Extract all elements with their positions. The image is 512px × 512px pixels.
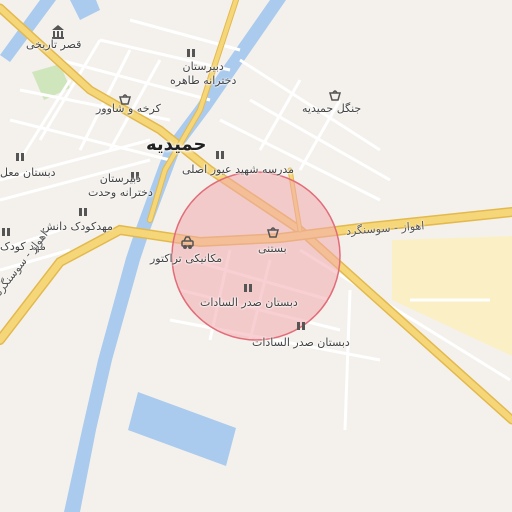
jungle-hamidiyeh-label[interactable]: جنگل حمیدیه bbox=[302, 102, 361, 115]
school-icon bbox=[216, 151, 224, 159]
kindergarten-danesh-label[interactable]: مهدکودک دانش bbox=[42, 220, 113, 233]
shop-icon bbox=[329, 90, 341, 101]
map-canvas bbox=[0, 0, 512, 512]
school-icon bbox=[2, 228, 10, 236]
river-bend bbox=[70, 0, 100, 20]
school-sadr-2-label[interactable]: دبستان صدر السادات bbox=[252, 336, 350, 349]
map-view[interactable]: قصر تاریخی دبیرستان دخترانه طاهره کرخه و… bbox=[0, 0, 512, 512]
school-icon bbox=[187, 49, 195, 57]
school-left-partial-label[interactable]: دبستان معل bbox=[0, 166, 56, 179]
tractor-mechanic-label[interactable]: مکانیکی تراکتور bbox=[150, 252, 222, 265]
school-shahid-eyour-label[interactable]: مدرسه شهید عیور اصلی bbox=[182, 163, 294, 176]
school-vahdat-label[interactable]: دبیرستان دخترانه وحدت bbox=[88, 172, 153, 200]
city-label[interactable]: حمیدیه bbox=[146, 134, 206, 155]
industrial-area bbox=[392, 236, 512, 356]
museum-icon bbox=[52, 25, 64, 39]
school-icon bbox=[79, 208, 87, 216]
historic-palace-label[interactable]: قصر تاریخی bbox=[26, 38, 81, 51]
bastani-label[interactable]: بستنی bbox=[258, 242, 287, 255]
karkheh-shower-label[interactable]: کرخه و شاوور bbox=[96, 102, 161, 115]
pond bbox=[128, 392, 236, 466]
school-sadr-1-label[interactable]: دبستان صدر السادات bbox=[200, 296, 298, 309]
school-tahereh-label[interactable]: دبیرستان دخترانه طاهره bbox=[170, 60, 236, 88]
